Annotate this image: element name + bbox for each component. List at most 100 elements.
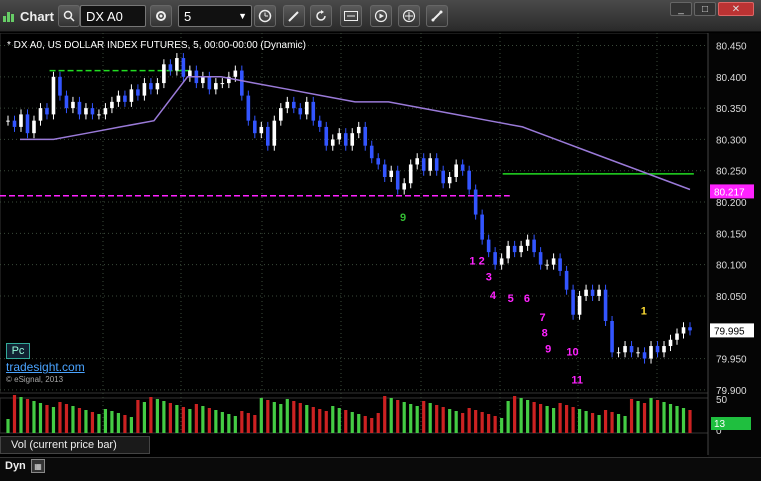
candle-body: [266, 126, 270, 146]
interval-value: 5: [184, 8, 192, 24]
candle-body: [12, 120, 17, 127]
candle-body: [467, 170, 471, 190]
count-label: 4: [490, 290, 497, 302]
candle-body: [655, 346, 660, 353]
volume-pane-label[interactable]: Vol (current price bar): [0, 436, 150, 454]
candle-body: [298, 108, 303, 115]
volume-bar: [45, 405, 49, 433]
candle-body: [259, 126, 264, 134]
count-label: 2: [479, 256, 485, 268]
search-icon[interactable]: [58, 5, 80, 27]
dyn-settings-icon[interactable]: ▦: [31, 459, 45, 473]
volume-bar: [415, 406, 419, 433]
volume-bar: [564, 405, 569, 433]
count-label: 7: [539, 312, 545, 324]
volume-bar: [422, 401, 426, 433]
candle-body: [246, 95, 251, 121]
volume-bar: [636, 401, 640, 433]
volume-bar: [545, 406, 549, 433]
volume-bar: [168, 403, 172, 433]
symbol-input[interactable]: DX A0: [80, 5, 146, 27]
restore-button[interactable]: □: [694, 2, 716, 16]
bottom-bar: [0, 457, 761, 481]
candle-body: [662, 346, 666, 353]
volume-bar: [51, 407, 56, 433]
minimize-icon: _: [678, 3, 684, 15]
candle-body: [642, 352, 647, 359]
volume-bar: [253, 415, 257, 433]
candle-body: [142, 83, 147, 96]
candle-body: [571, 289, 575, 315]
candle-body: [155, 83, 160, 90]
volume-bar: [577, 409, 582, 433]
brand-link[interactable]: tradesight.com: [6, 360, 85, 374]
close-button[interactable]: ✕: [718, 2, 754, 16]
y-tick-label: 80.350: [716, 104, 747, 115]
candle-body: [688, 327, 692, 331]
candle-body: [188, 70, 192, 77]
volume-bar: [370, 418, 374, 433]
volume-bar: [616, 414, 621, 433]
candle-body: [415, 158, 419, 165]
candle-body: [506, 245, 510, 259]
candle-body: [233, 70, 238, 77]
candle-body: [337, 133, 342, 140]
volume-bar: [513, 396, 517, 433]
y-tick-label: 80.050: [716, 292, 747, 303]
volume-bar: [467, 408, 471, 433]
volume-bar: [668, 404, 673, 433]
dyn-label[interactable]: Dyn: [5, 460, 26, 472]
volume-bar: [539, 404, 543, 433]
minimize-button[interactable]: _: [670, 2, 692, 16]
count-label: 9: [545, 343, 551, 355]
y-tick-label: 80.150: [716, 229, 747, 240]
y-tick-label: 80.300: [716, 135, 747, 146]
y-tick-label: 79.950: [716, 355, 747, 366]
count-label: 6: [524, 293, 530, 305]
volume-bar: [500, 418, 504, 433]
candle-body: [460, 164, 465, 171]
candle-body: [77, 101, 82, 115]
chart-menu[interactable]: Chart: [2, 4, 62, 28]
price-pane: [0, 33, 709, 394]
pc-badge[interactable]: Pc: [6, 343, 30, 359]
volume-bar: [383, 396, 387, 433]
candle-body: [279, 108, 283, 121]
volume-bar: [103, 409, 108, 433]
interval-select[interactable]: 5 ▼: [178, 5, 252, 27]
volume-bar: [12, 395, 17, 433]
price-chart[interactable]: 80.450 80.400 80.350 80.300 80.250 80.200 80.1…: [0, 33, 761, 481]
candle-body: [136, 89, 140, 96]
settings-icon[interactable]: [150, 5, 172, 27]
play-icon[interactable]: [370, 5, 392, 27]
candle-body: [545, 264, 549, 266]
candle-body: [181, 58, 186, 77]
candle-body: [6, 120, 10, 122]
volume-bar: [480, 412, 484, 433]
close-icon: ✕: [731, 3, 741, 15]
link-icon[interactable]: [426, 5, 448, 27]
candle-body: [558, 258, 562, 271]
refresh-icon[interactable]: [310, 5, 332, 27]
pencil-icon[interactable]: [283, 5, 305, 27]
chart-icon: [3, 12, 14, 22]
volume-bar: [25, 399, 30, 433]
volume-bar: [311, 407, 315, 433]
candle-body: [447, 177, 452, 184]
volume-bar: [441, 407, 445, 433]
symbol-value: DX A0: [86, 8, 123, 24]
candle-body: [356, 126, 361, 134]
cursor-icon[interactable]: [398, 5, 420, 27]
candle-body: [103, 108, 108, 115]
clock-icon[interactable]: [254, 5, 276, 27]
count-label: 5: [508, 293, 514, 305]
candle-body: [168, 64, 173, 71]
volume-bar: [474, 410, 478, 433]
volume-bar: [292, 401, 296, 433]
candle-body: [590, 289, 595, 296]
candle-body: [175, 58, 179, 71]
volume-bar: [58, 402, 62, 433]
volume-bar: [129, 417, 134, 433]
volume-bar: [240, 411, 244, 433]
studies-icon[interactable]: [340, 5, 362, 27]
